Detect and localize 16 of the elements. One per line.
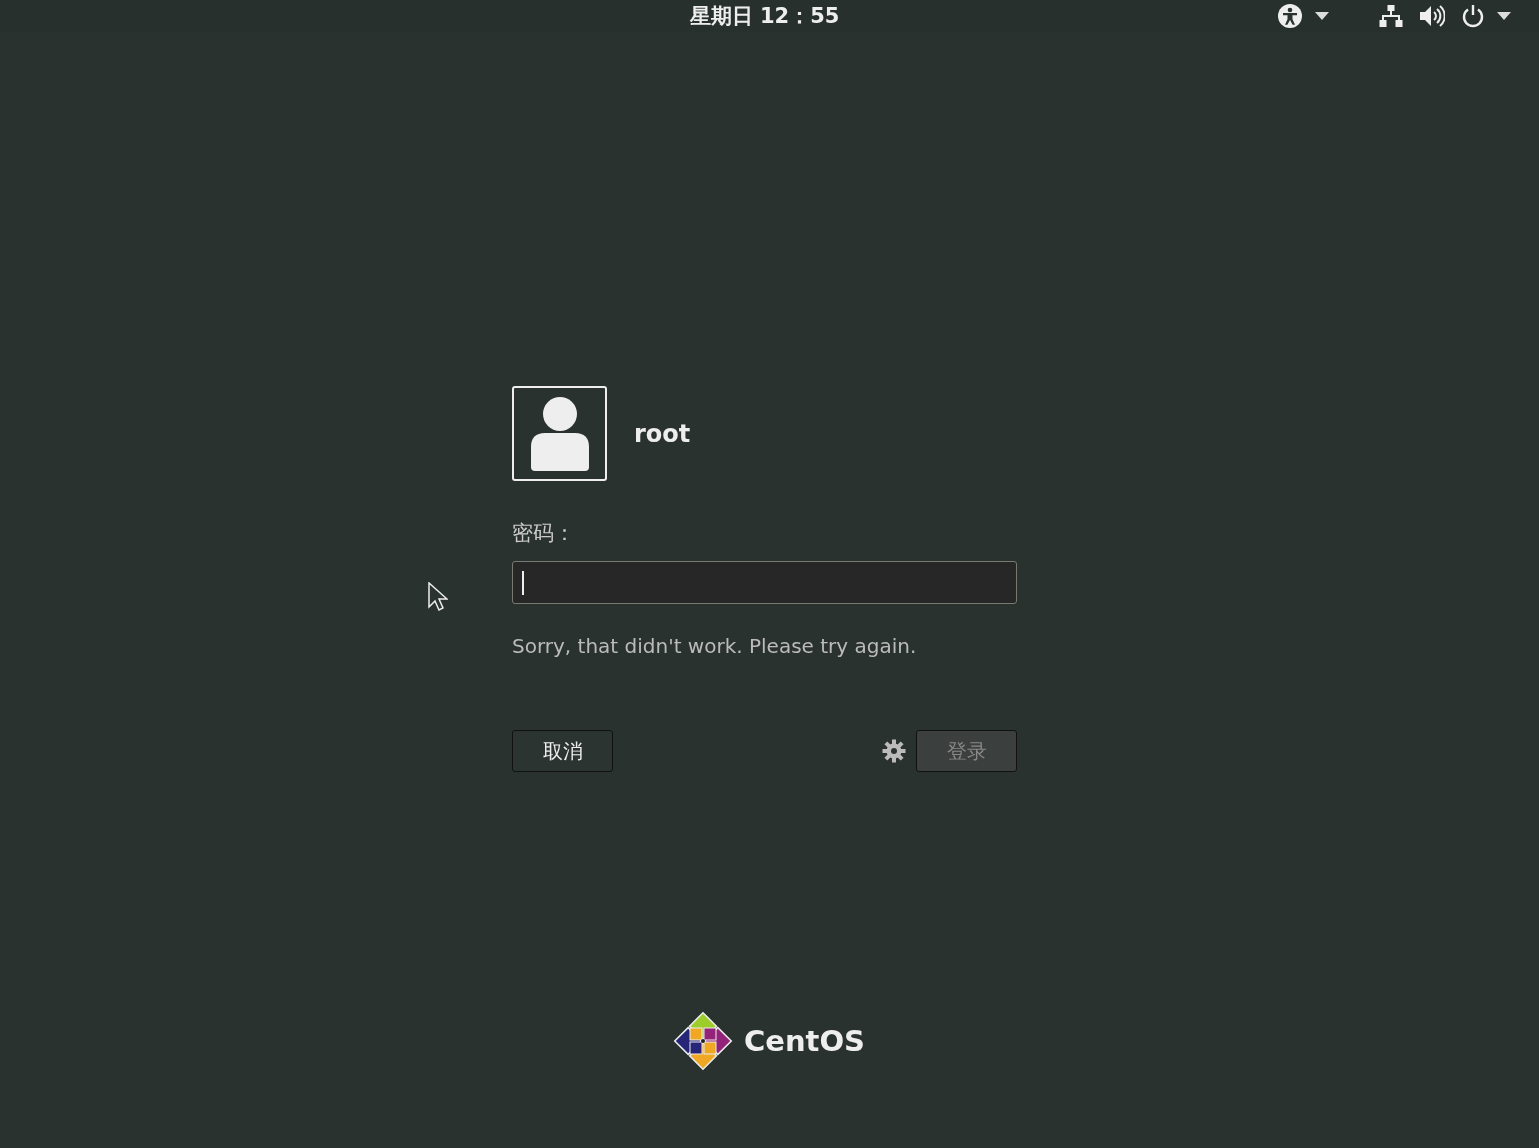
power-icon[interactable] — [1461, 4, 1485, 28]
accessibility-icon[interactable] — [1277, 3, 1303, 29]
logo-text: CentOS — [744, 1024, 865, 1058]
error-message: Sorry, that didn't work. Please try again. — [512, 634, 917, 658]
password-label: 密码： — [512, 520, 575, 547]
mouse-pointer-icon — [428, 582, 448, 612]
settings-icon[interactable] — [882, 739, 906, 763]
user-silhouette-icon — [530, 397, 589, 471]
dropdown-caret-icon[interactable] — [1497, 12, 1511, 20]
password-field[interactable] — [512, 561, 1017, 604]
cancel-button[interactable]: 取消 — [512, 730, 613, 772]
volume-icon[interactable] — [1419, 4, 1445, 28]
clock[interactable]: 星期日 12：55 — [689, 2, 840, 30]
username: root — [634, 419, 691, 448]
dropdown-caret-icon[interactable] — [1315, 12, 1329, 20]
network-icon[interactable] — [1379, 4, 1403, 28]
